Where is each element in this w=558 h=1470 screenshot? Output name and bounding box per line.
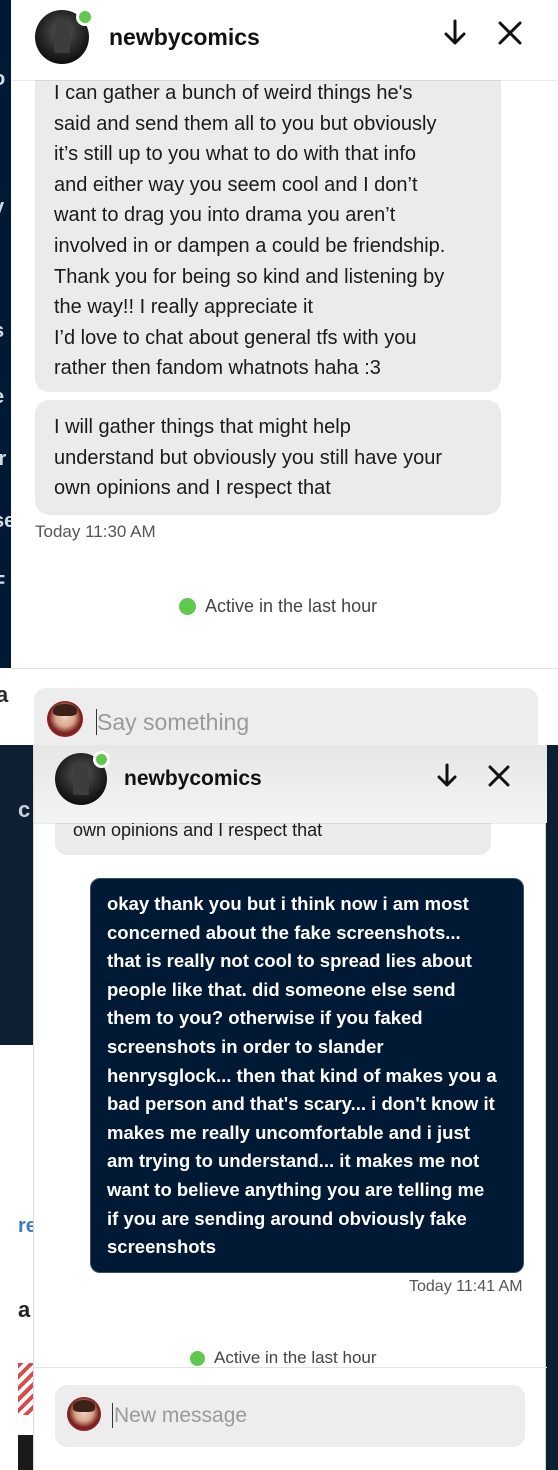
background-text: c: [18, 797, 31, 822]
composer-placeholder[interactable]: Say something: [97, 709, 249, 736]
conversation-header: newbycomics: [11, 0, 558, 80]
conversation-title[interactable]: newbycomics: [109, 24, 260, 51]
background-dashboard-strip: c re a: [0, 745, 37, 1470]
composer-divider: [34, 1367, 547, 1368]
chat-window-bottom: c re a newbycomics own opinions and I re…: [0, 745, 558, 1470]
arrow-down-icon[interactable]: [436, 762, 458, 795]
background-dashboard-strip: o v t s e Ir se F: [0, 0, 11, 722]
background-text: v: [0, 196, 4, 219]
message-text: own opinions and I respect that: [73, 820, 323, 840]
online-dot-icon: [190, 1350, 205, 1366]
chat-window-top: o v t s e Ir se F a newbycomics I can ga…: [0, 0, 558, 745]
close-icon[interactable]: [497, 20, 523, 51]
background-text: s: [0, 320, 4, 343]
online-dot-icon: [179, 598, 196, 615]
background-text: Ir: [0, 448, 7, 470]
composer-divider: [11, 668, 558, 669]
active-status-text: Active in the last hour: [205, 596, 378, 616]
close-icon[interactable]: [487, 764, 511, 793]
background-text: F: [0, 572, 5, 595]
message-timestamp: Today 11:41 AM: [409, 1278, 523, 1295]
background-text: e: [0, 386, 4, 409]
online-dot-icon: [93, 751, 110, 768]
online-dot-icon: [76, 8, 94, 26]
message-text: I will gather things that might help und…: [54, 416, 443, 500]
message-bubble-sent: okay thank you but i think now i am most…: [90, 878, 524, 1273]
active-status: Active in the last hour: [190, 1348, 377, 1368]
conversation-pane: newbycomics own opinions and I respect t…: [33, 745, 547, 1470]
conversation-pane: newbycomics I can gather a bunch of weir…: [11, 0, 558, 745]
background-text: a: [18, 1297, 31, 1322]
message-timestamp: Today 11:30 AM: [35, 522, 156, 541]
conversation-header: newbycomics: [34, 745, 547, 823]
text-caret: [112, 1403, 113, 1428]
message-bubble-received: I will gather things that might help und…: [35, 400, 501, 515]
message-composer[interactable]: New message: [55, 1385, 525, 1447]
message-composer[interactable]: Say something: [34, 688, 538, 745]
background-thumbnail: [18, 1363, 33, 1415]
background-text: se: [0, 510, 11, 532]
background-text: o: [0, 68, 5, 91]
message-bubble-received: I can gather a bunch of weird things he'…: [35, 66, 501, 392]
composer-placeholder[interactable]: New message: [114, 1404, 247, 1428]
active-status: Active in the last hour: [179, 596, 377, 617]
user-avatar: [47, 701, 83, 737]
message-text: I can gather a bunch of weird things he'…: [54, 82, 446, 380]
arrow-down-icon[interactable]: [443, 18, 467, 53]
background-dashboard-strip-right: [546, 745, 558, 1470]
background-thumbnail: [18, 1435, 33, 1470]
conversation-title[interactable]: newbycomics: [124, 767, 262, 791]
background-text: a: [0, 682, 9, 707]
user-avatar: [67, 1397, 101, 1431]
background-dashboard-strip-lower: a: [0, 668, 11, 745]
message-text: okay thank you but i think now i am most…: [107, 893, 497, 1258]
active-status-text: Active in the last hour: [214, 1348, 377, 1367]
